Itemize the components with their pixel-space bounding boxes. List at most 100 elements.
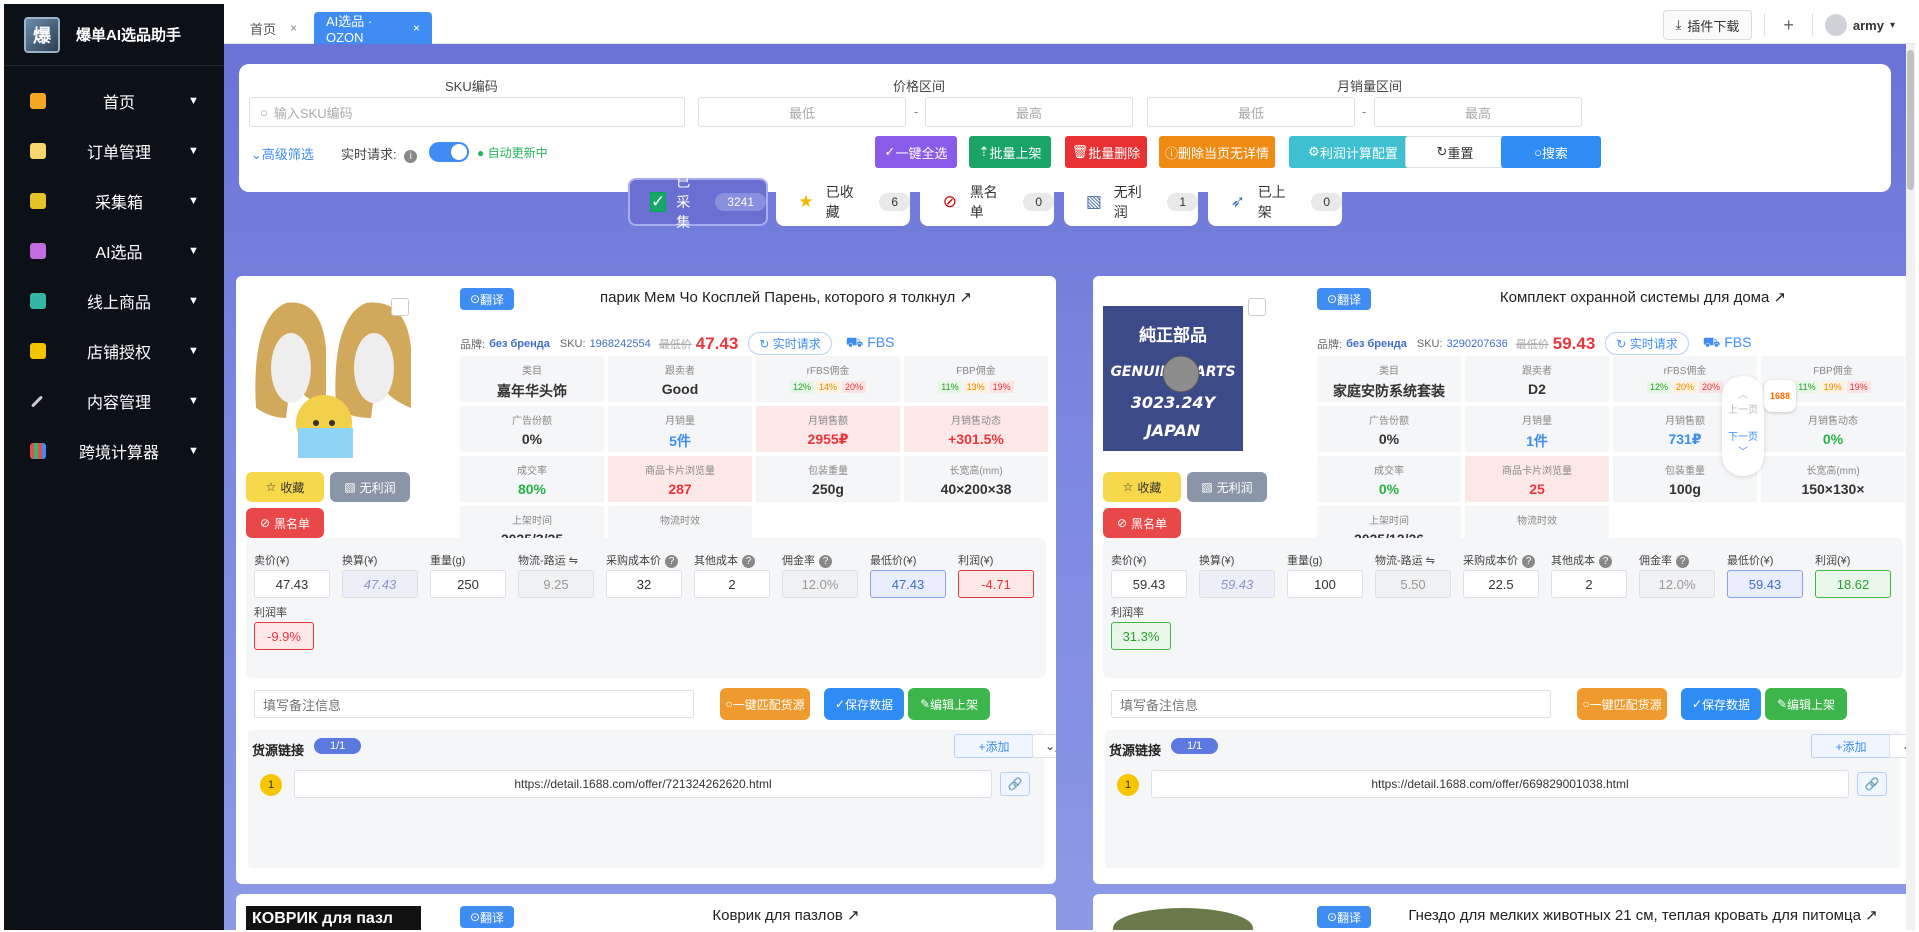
product-title[interactable]: Комплект охранной системы для дома ↗ <box>1383 288 1903 306</box>
sidebar-item-calculator[interactable]: 跨境计算器 ▼ <box>4 426 224 476</box>
help-icon[interactable]: ? <box>1676 555 1689 568</box>
advanced-filter-toggle[interactable]: ⌄高级筛选 <box>251 144 314 163</box>
reset-button[interactable]: ↻ 重置 <box>1405 136 1505 168</box>
select-all-button[interactable]: ✓ 一键全选 <box>875 136 957 168</box>
batch-delete-button[interactable]: 🗑 批量删除 <box>1065 136 1147 168</box>
save-data-button[interactable]: ✓ 保存数据 <box>824 688 904 720</box>
weight-input[interactable]: 250 <box>430 570 506 598</box>
sell-price-input[interactable]: 47.43 <box>254 570 330 598</box>
profit-config-button[interactable]: ⚙ 利润计算配置 <box>1289 136 1417 168</box>
other-cost-input[interactable]: 2 <box>1551 570 1627 598</box>
sidebar-item-ai-selection[interactable]: AI选品 ▼ <box>4 226 224 276</box>
no-profit-button[interactable]: ▧ 无利润 <box>330 472 410 502</box>
sidebar-item-content[interactable]: 内容管理 ▼ <box>4 376 224 426</box>
tab-ai-selection-ozon[interactable]: AI选品 · OZON × <box>314 12 432 45</box>
help-icon[interactable]: ? <box>819 555 832 568</box>
add-source-button[interactable]: +添加 <box>954 734 1034 758</box>
delete-no-detail-button[interactable]: ⓘ 删除当页无详情 <box>1159 136 1275 168</box>
search-button[interactable]: ○ 搜索 <box>1501 136 1601 168</box>
save-data-button[interactable]: ✓ 保存数据 <box>1681 688 1761 720</box>
select-checkbox[interactable] <box>1248 298 1266 316</box>
product-image[interactable]: КОВРИК для пазл <box>246 906 421 930</box>
expand-button[interactable]: ⌄展开 <box>1032 734 1056 758</box>
help-icon[interactable]: ? <box>1522 555 1535 568</box>
status-listed[interactable]: ➶ 已上架 0 <box>1208 178 1342 226</box>
purchase-cost-input[interactable]: 32 <box>606 570 682 598</box>
sell-price-input[interactable]: 59.43 <box>1111 570 1187 598</box>
user-menu[interactable]: army ▾ <box>1824 14 1895 36</box>
sales-max-input[interactable]: 最高 <box>1374 97 1582 127</box>
stat-fbp: FBP佣金 11% 13% 19% <box>904 356 1048 402</box>
status-collected[interactable]: ✓ 已采集 3241 <box>628 174 768 230</box>
1688-float-button[interactable]: 1688 <box>1764 380 1796 412</box>
help-icon[interactable]: ? <box>665 555 678 568</box>
status-blacklist[interactable]: ⊘ 黑名单 0 <box>920 178 1054 226</box>
link-icon[interactable]: 🔗 <box>1857 772 1887 796</box>
close-icon[interactable]: × <box>290 21 297 35</box>
realtime-toggle[interactable] <box>429 142 469 162</box>
realtime-request-button[interactable]: ↻ 实时请求 <box>1605 332 1689 355</box>
note-input[interactable]: 填写备注信息 <box>1111 690 1551 718</box>
info-icon[interactable]: i <box>404 150 418 163</box>
status-label: 黑名单 <box>969 184 998 220</box>
batch-list-button[interactable]: ⇡ 批量上架 <box>969 136 1051 168</box>
favorite-button[interactable]: ☆ 收藏 <box>246 472 324 502</box>
product-image[interactable]: 純正部品 GENUINE PARTS 3023.24Y JAPAN <box>1103 296 1278 456</box>
swap-icon[interactable]: ⇋ <box>1426 555 1435 567</box>
favorite-button[interactable]: ☆ 收藏 <box>1103 472 1181 502</box>
source-url-input[interactable]: https://detail.1688.com/offer/6698290010… <box>1151 770 1849 798</box>
weight-input[interactable]: 100 <box>1287 570 1363 598</box>
edit-list-button[interactable]: ✎ 编辑上架 <box>1765 688 1847 720</box>
sales-min-input[interactable]: 最低 <box>1147 97 1355 127</box>
blacklist-button[interactable]: ⊘ 黑名单 <box>1103 508 1181 538</box>
pager-prev-button[interactable]: ︿ 上一页 <box>1722 386 1764 416</box>
realtime-request-button[interactable]: ↻ 实时请求 <box>748 332 832 355</box>
select-checkbox[interactable] <box>391 298 409 316</box>
swap-icon[interactable]: ⇋ <box>569 555 578 567</box>
product-title[interactable]: Коврик для пазлов ↗ <box>526 906 1046 924</box>
scrollbar-thumb[interactable] <box>1907 50 1914 190</box>
sku-value[interactable]: 1968242554 <box>590 338 651 350</box>
sidebar-item-label: 内容管理 <box>86 395 151 412</box>
source-url-input[interactable]: https://detail.1688.com/offer/7213242626… <box>294 770 992 798</box>
sidebar-item-home[interactable]: 首页 ▼ <box>4 76 224 126</box>
pager-next-button[interactable]: 下一页 ﹀ <box>1722 428 1764 458</box>
match-source-button[interactable]: ○ 一键匹配货源 <box>1577 688 1667 720</box>
tab-home[interactable]: 首页 × <box>238 12 309 44</box>
sku-value[interactable]: 3290207636 <box>1447 338 1508 350</box>
product-title[interactable]: парик Мем Чо Косплей Парень, которого я … <box>526 288 1046 306</box>
link-icon[interactable]: 🔗 <box>1000 772 1030 796</box>
sidebar-item-orders[interactable]: 订单管理 ▼ <box>4 126 224 176</box>
plus-icon[interactable]: + <box>1777 15 1800 36</box>
status-favorited[interactable]: ★ 已收藏 6 <box>776 178 910 226</box>
help-icon[interactable]: ? <box>1599 555 1612 568</box>
translate-button[interactable]: ⊙ 翻译 <box>460 906 514 928</box>
no-profit-button[interactable]: ▧ 无利润 <box>1187 472 1267 502</box>
match-source-button[interactable]: ○ 一键匹配货源 <box>720 688 810 720</box>
product-title[interactable]: Гнездо для мелких животных 21 см, теплая… <box>1383 906 1903 924</box>
edit-list-button[interactable]: ✎ 编辑上架 <box>908 688 990 720</box>
close-icon[interactable]: × <box>413 21 420 35</box>
blacklist-button[interactable]: ⊘ 黑名单 <box>246 508 324 538</box>
add-source-button[interactable]: +添加 <box>1811 734 1891 758</box>
expand-button[interactable]: ⌄展开 <box>1889 734 1906 758</box>
sidebar-item-collection[interactable]: 采集箱 ▼ <box>4 176 224 226</box>
help-icon[interactable]: ? <box>742 555 755 568</box>
product-image[interactable] <box>1113 908 1253 930</box>
sidebar-item-store-auth[interactable]: 店铺授权 ▼ <box>4 326 224 376</box>
price-min-input[interactable]: 最低 <box>698 97 906 127</box>
translate-button[interactable]: ⊙ 翻译 <box>1317 288 1371 310</box>
sidebar-item-online-products[interactable]: 线上商品 ▼ <box>4 276 224 326</box>
plugin-download-button[interactable]: ⤓ 插件下载 <box>1662 10 1753 40</box>
other-cost-input[interactable]: 2 <box>694 570 770 598</box>
price-max-input[interactable]: 最高 <box>925 97 1133 127</box>
translate-button[interactable]: ⊙ 翻译 <box>460 288 514 310</box>
calc-conversion: 换算(¥) 47.43 <box>342 552 418 598</box>
lowest-price-label: 最低价 <box>658 338 692 351</box>
scrollbar[interactable] <box>1906 44 1915 930</box>
translate-button[interactable]: ⊙ 翻译 <box>1317 906 1371 928</box>
purchase-cost-input[interactable]: 22.5 <box>1463 570 1539 598</box>
note-input[interactable]: 填写备注信息 <box>254 690 694 718</box>
sku-input[interactable]: ○ 输入SKU编码 <box>249 97 685 127</box>
status-no-profit[interactable]: ▧ 无利润 1 <box>1064 178 1198 226</box>
